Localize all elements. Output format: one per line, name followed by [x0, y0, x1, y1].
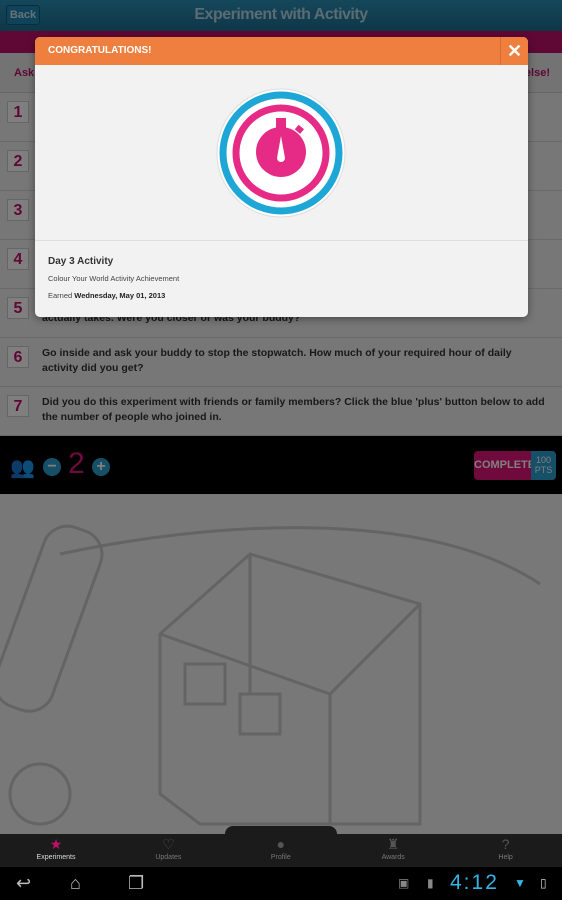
dialog-title: CONGRATULATIONS!: [48, 45, 152, 56]
tab-experiments[interactable]: ★ Experiments: [0, 834, 112, 867]
dialog-divider: [35, 240, 528, 241]
back-nav-icon[interactable]: ↩: [16, 873, 31, 894]
battery-icon: ▯: [540, 876, 547, 890]
tab-profile[interactable]: ● Profile: [225, 834, 337, 867]
tab-label: Help: [498, 854, 513, 861]
sdcard-icon: ▮: [427, 876, 434, 890]
wifi-icon: ▼: [514, 876, 526, 890]
clock: 4:12: [450, 871, 499, 894]
tab-help[interactable]: ? Help: [450, 834, 562, 867]
heartbeat-icon: ♡: [162, 836, 175, 852]
tab-label: Awards: [381, 854, 405, 861]
achievement-dialog: CONGRATULATIONS! ✕ Day 3 Activity Colour…: [35, 37, 528, 317]
close-icon[interactable]: ✕: [500, 37, 528, 65]
tab-label: Profile: [270, 854, 291, 861]
earned-label: Earned: [48, 291, 73, 300]
image-notification-icon: ▣: [398, 876, 410, 890]
tab-updates[interactable]: ♡ Updates: [112, 834, 224, 867]
earned-date-value: Wednesday, May 01, 2013: [74, 291, 166, 300]
achievement-name: Day 3 Activity: [48, 256, 114, 267]
stopwatch-badge-icon: [216, 88, 346, 218]
help-bubble-icon: ?: [501, 836, 510, 852]
star-icon: ★: [49, 836, 63, 852]
dialog-header: CONGRATULATIONS! ✕: [35, 37, 528, 65]
tab-bar: ★ Experiments ♡ Updates ● Profile ♜ Awards? Help: [0, 826, 562, 867]
trophy-icon: ♜: [386, 836, 400, 852]
person-icon: ●: [276, 836, 286, 852]
earned-date: Earned Wednesday, May 01, 2013: [48, 291, 165, 300]
system-bar: ↩ ⌂ ❐ ▣ ▮ 4:12 ▼ ▯: [0, 867, 562, 900]
home-nav-icon[interactable]: ⌂: [70, 873, 81, 894]
recents-nav-icon[interactable]: ❐: [128, 873, 144, 894]
achievement-description: Colour Your World Activity Achievement: [48, 274, 180, 283]
tab-label: Experiments: [36, 854, 76, 861]
tab-awards[interactable]: ♜ Awards: [337, 834, 449, 867]
tab-label: Updates: [155, 854, 182, 861]
